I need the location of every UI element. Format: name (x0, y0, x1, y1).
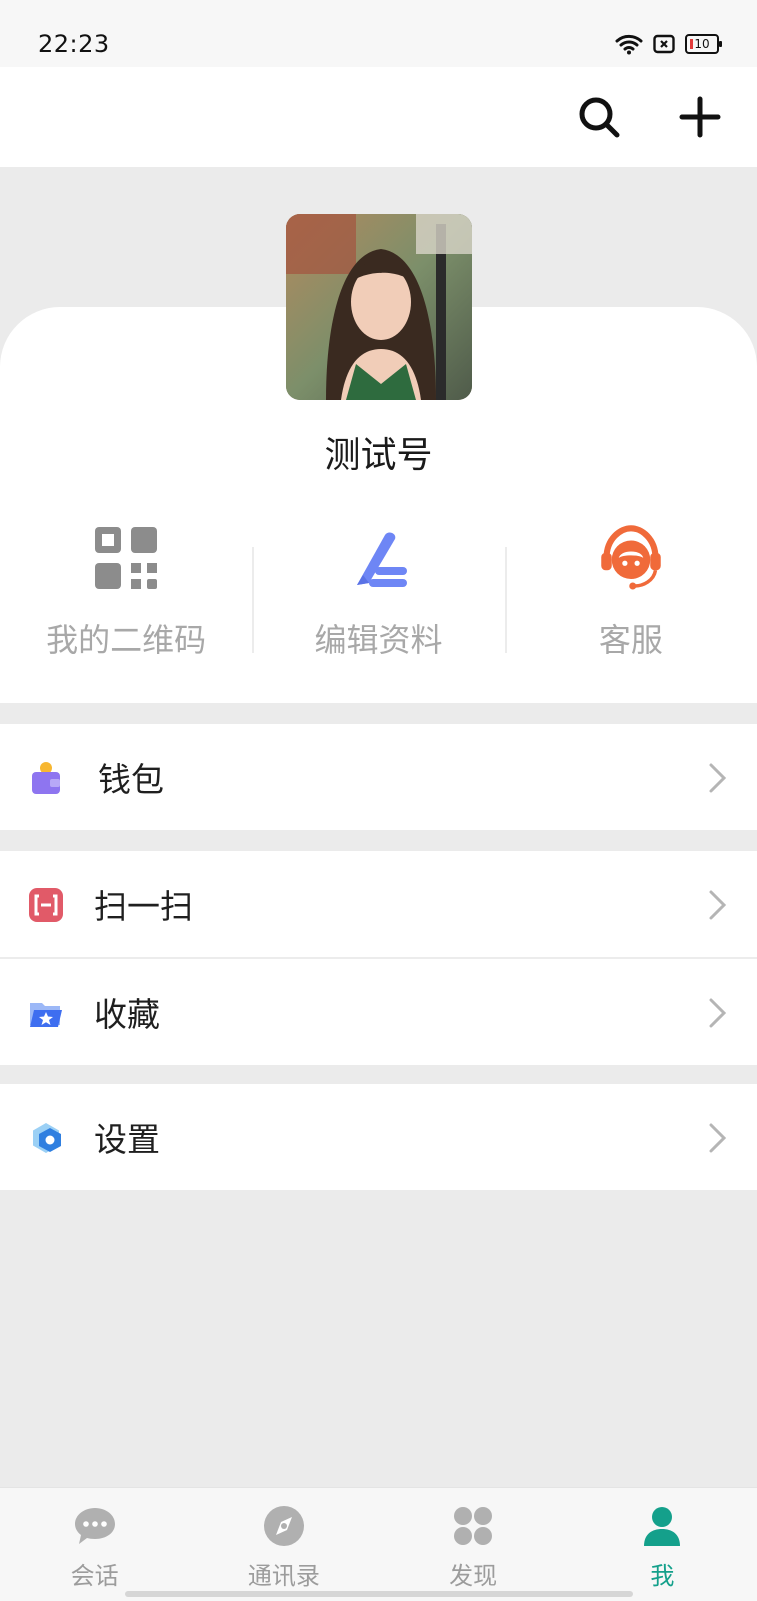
menu-item-settings[interactable]: 设置 (0, 1084, 757, 1190)
plus-icon (679, 96, 721, 138)
tab-me[interactable]: 我 (568, 1488, 757, 1601)
qr-code-icon (95, 527, 158, 589)
edit-profile-button[interactable]: 编辑资料 (252, 505, 504, 665)
wifi-icon (615, 34, 643, 55)
top-action-bar (0, 67, 757, 167)
menu-item-scan[interactable]: 扫一扫 (0, 851, 757, 957)
edit-pen-icon (357, 532, 408, 587)
tab-discover[interactable]: 发现 (379, 1488, 568, 1601)
tab-me-label: 我 (650, 1562, 675, 1590)
status-icons: 10 (615, 33, 722, 55)
my-qr-code-button[interactable]: 我的二维码 (0, 505, 252, 665)
status-time: 22:23 (38, 30, 110, 58)
sim-off-icon (653, 34, 675, 54)
chevron-right-icon (709, 1123, 727, 1153)
menu-label-wallet: 钱包 (98, 760, 164, 799)
customer-service-label: 客服 (598, 621, 663, 659)
chevron-right-icon (709, 998, 727, 1028)
menu-label-settings: 设置 (94, 1120, 160, 1159)
profile-actions: 我的二维码 编辑资料 客服 (0, 505, 757, 665)
tab-contacts[interactable]: 通讯录 (189, 1488, 378, 1601)
avatar[interactable] (286, 214, 472, 400)
chat-bubble-icon (74, 1508, 115, 1544)
tab-chats-label: 会话 (70, 1562, 119, 1590)
customer-service-button[interactable]: 客服 (504, 505, 757, 665)
search-icon (579, 97, 620, 138)
menu-item-wallet[interactable]: 钱包 (0, 724, 757, 830)
tab-contacts-label: 通讯录 (247, 1562, 320, 1590)
search-button[interactable] (574, 92, 624, 142)
discover-grid-icon (454, 1507, 493, 1545)
settings-hexagon-icon (33, 1123, 61, 1153)
wallet-icon (32, 762, 60, 794)
chevron-right-icon (709, 890, 727, 920)
menu-item-favorites[interactable]: 收藏 (0, 957, 757, 1065)
add-button[interactable] (675, 92, 725, 142)
status-bar: 22:23 10 (0, 0, 757, 67)
menu-label-favorites: 收藏 (94, 995, 160, 1034)
divider (252, 547, 255, 653)
battery-icon: 10 (685, 34, 722, 54)
chevron-right-icon (709, 763, 727, 793)
menu-group-wallet: 钱包 (0, 724, 757, 830)
divider (504, 547, 507, 653)
profile-name: 测试号 (324, 435, 433, 476)
menu-group-tools: 扫一扫 收藏 (0, 851, 757, 1065)
scan-icon (29, 888, 63, 922)
menu-label-scan: 扫一扫 (94, 887, 193, 926)
my-qr-code-label: 我的二维码 (46, 621, 207, 659)
compass-icon (263, 1506, 304, 1546)
home-indicator (125, 1591, 633, 1597)
favorites-folder-icon (30, 1003, 62, 1027)
edit-profile-label: 编辑资料 (314, 621, 443, 659)
person-icon (644, 1507, 681, 1546)
headset-support-icon (601, 525, 661, 590)
tab-discover-label: 发现 (449, 1562, 498, 1590)
bottom-nav: 会话 通讯录 发现 我 (0, 1487, 757, 1601)
menu-group-settings: 设置 (0, 1084, 757, 1190)
user-photo-avatar (286, 214, 472, 400)
tab-chats[interactable]: 会话 (0, 1488, 189, 1601)
